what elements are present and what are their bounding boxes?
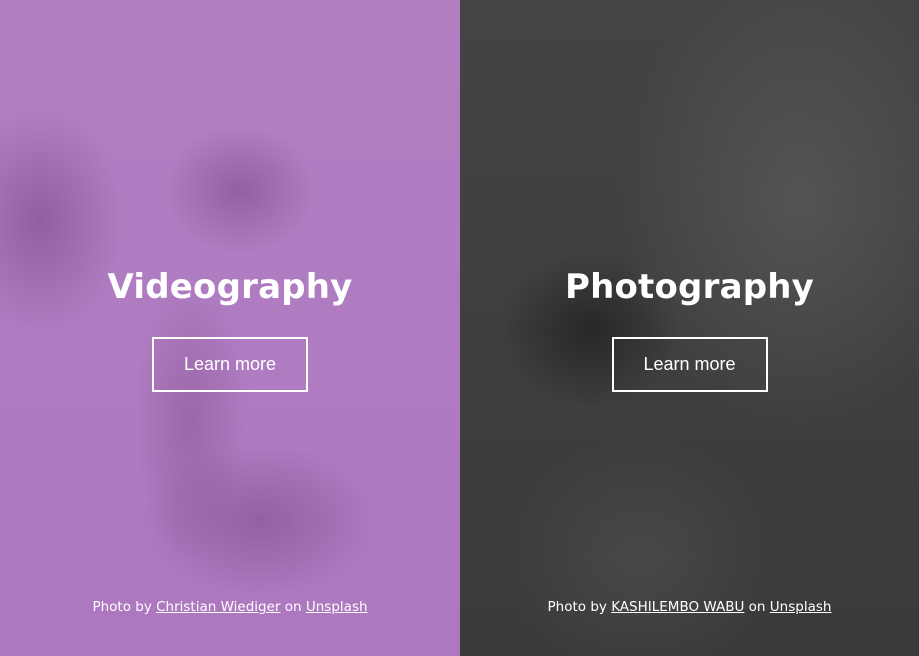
credit-source-link[interactable]: Unsplash (306, 599, 368, 615)
videography-panel: Videography Learn more Photo by Christia… (0, 0, 460, 656)
credit-prefix: Photo by (92, 599, 152, 615)
credit-prefix: Photo by (547, 599, 607, 615)
split-hero: Videography Learn more Photo by Christia… (0, 0, 919, 656)
photography-photo-credit: Photo by KASHILEMBO WABU on Unsplash (460, 599, 919, 615)
credit-author-link[interactable]: KASHILEMBO WABU (611, 599, 744, 615)
videography-content: Videography Learn more (0, 266, 460, 392)
credit-author-link[interactable]: Christian Wiediger (156, 599, 280, 615)
credit-middle: on (284, 599, 302, 615)
photography-title: Photography (564, 267, 815, 307)
credit-middle: on (748, 599, 766, 615)
photography-content: Photography Learn more (460, 266, 919, 392)
videography-title: Videography (107, 267, 353, 307)
videography-photo-credit: Photo by Christian Wiediger on Unsplash (0, 599, 460, 615)
credit-source-link[interactable]: Unsplash (770, 599, 832, 615)
photography-panel: Photography Learn more Photo by KASHILEM… (460, 0, 919, 656)
photography-learn-more-button[interactable]: Learn more (611, 337, 768, 392)
videography-learn-more-button[interactable]: Learn more (152, 337, 308, 392)
